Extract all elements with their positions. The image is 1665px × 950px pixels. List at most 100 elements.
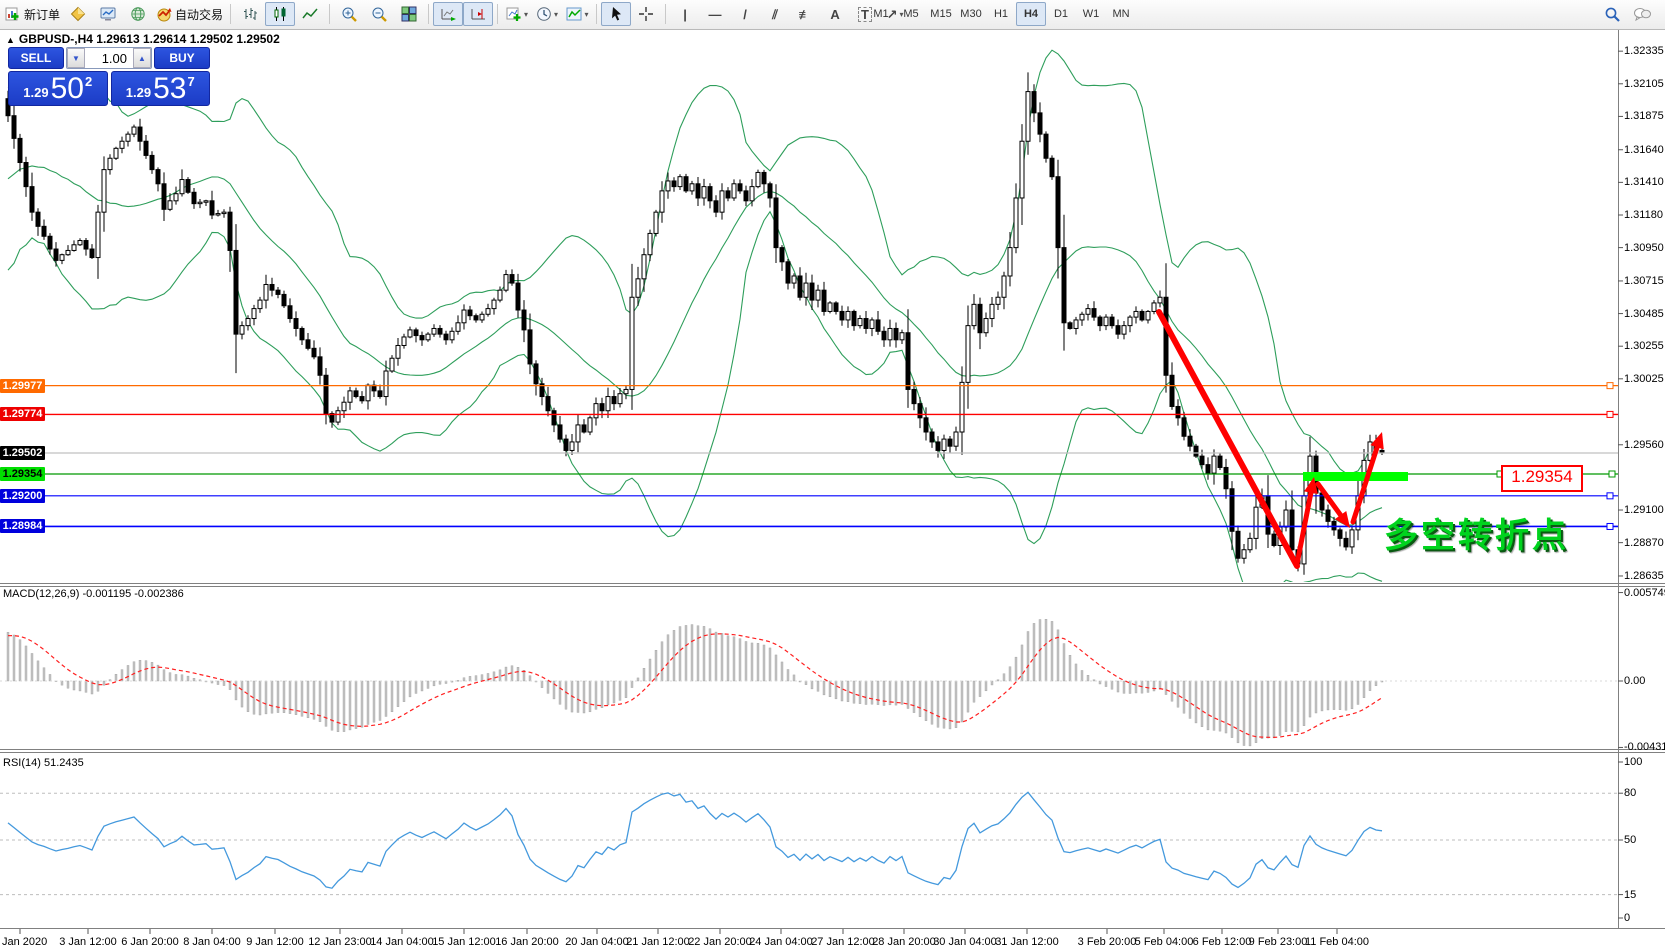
chinese-annotation[interactable]: 多空转折点 [1384, 508, 1569, 557]
price-callout-box[interactable]: 1.29354 [1501, 465, 1583, 492]
chart-canvas[interactable] [0, 0, 1665, 950]
time-axis-label: 24 Jan 04:00 [749, 936, 813, 948]
timeframe-M30[interactable]: M30 [956, 2, 986, 26]
hline-handle[interactable] [1606, 522, 1614, 530]
volume-decrease-button[interactable]: ▼ [67, 48, 85, 68]
timeframe-D1[interactable]: D1 [1046, 2, 1076, 26]
time-axis-label: 8 Jan 04:00 [183, 936, 241, 948]
crosshair-icon [639, 7, 654, 21]
crosshair-tool-button[interactable] [631, 2, 661, 26]
dropdown-arrow-icon: ▾ [554, 9, 559, 19]
price-tick-label: 1.30025 [1624, 372, 1664, 385]
sell-price-point: 2 [84, 74, 93, 89]
hline-handle[interactable] [1608, 470, 1616, 478]
timeframe-W1[interactable]: W1 [1076, 2, 1106, 26]
volume-input[interactable]: 1.00 [85, 48, 133, 68]
auto-trading-icon [157, 8, 172, 22]
search-button[interactable] [1597, 2, 1627, 26]
channel-tool[interactable]: ⫽ [760, 2, 790, 26]
toolbar-left-group: 新订单 自动交易 ▾ ▾ ▾ | — / ⫽ ≢ A T ↗ ▾ [2, 1, 910, 27]
fibonacci-tool[interactable]: ≢ [790, 2, 820, 26]
new-order-icon [5, 7, 19, 21]
macd-tick-label: 0.00 [1624, 675, 1646, 687]
separator [497, 4, 499, 24]
new-order-label: 新订单 [24, 7, 61, 22]
price-tick-label: 1.29100 [1624, 504, 1664, 517]
rsi-tick-label: 80 [1624, 787, 1637, 800]
timeframe-MN[interactable]: MN [1106, 2, 1136, 26]
terminal-button[interactable] [93, 2, 123, 26]
zoom-in-button[interactable] [334, 2, 364, 26]
horizontal-line-tool[interactable]: — [700, 2, 730, 26]
buy-price-box[interactable]: 1.29 53 7 [110, 71, 210, 106]
auto-scroll-button[interactable] [433, 2, 464, 26]
new-order-button[interactable]: 新订单 [2, 2, 63, 26]
clock-icon [537, 7, 551, 21]
vertical-line-tool[interactable]: | [670, 2, 700, 26]
price-tick-label: 1.30255 [1624, 340, 1664, 353]
trendline-icon: / [743, 6, 747, 22]
timeframe-group: M1 M5 M15 M30 H1 H4 D1 W1 MN [866, 1, 1136, 27]
green-highlight-zone[interactable] [1303, 472, 1408, 481]
cursor-icon [611, 7, 621, 21]
chat-icon [1633, 8, 1651, 22]
timeframe-H1[interactable]: H1 [986, 2, 1016, 26]
volume-increase-button[interactable]: ▲ [133, 48, 151, 68]
timeframe-M5[interactable]: M5 [896, 2, 926, 26]
sell-price-box[interactable]: 1.29 50 2 [8, 71, 108, 106]
macd-tick-label: 0.005749 [1624, 586, 1665, 599]
time-axis-label: 9 Jan 12:00 [246, 936, 304, 948]
text-tool[interactable]: A [820, 2, 850, 26]
channel-icon: ⫽ [772, 6, 778, 22]
candlestick-chart-button[interactable] [265, 2, 296, 26]
time-axis-label: 2 Jan 2020 [0, 936, 48, 948]
new-chart-button[interactable]: ▾ [502, 2, 532, 26]
chart-shift-button[interactable] [463, 2, 494, 26]
trendline-tool[interactable]: / [730, 2, 760, 26]
separator [428, 4, 430, 24]
dropdown-arrow-icon: ▾ [524, 9, 529, 19]
price-tick-label: 1.30950 [1624, 241, 1664, 254]
rsi-label: RSI(14) 51.2435 [3, 757, 84, 769]
volume-spinner: ▼ 1.00 ▲ [66, 47, 152, 69]
candlestick-chart-icon [274, 7, 286, 21]
time-axis-label: 11 Feb 04:00 [1304, 936, 1370, 948]
dropdown-arrow-icon: ▾ [584, 9, 589, 19]
rsi-tick-label: 100 [1624, 756, 1643, 768]
timeframe-M1[interactable]: M1 [866, 2, 896, 26]
one-click-trading-panel: SELL ▼ 1.00 ▲ BUY 1.29 50 2 1.29 53 7 [8, 47, 210, 106]
hline-handle[interactable] [1606, 382, 1614, 390]
zoom-in-icon [342, 7, 357, 22]
line-chart-button[interactable] [295, 2, 325, 26]
sell-button[interactable]: SELL [8, 47, 64, 69]
time-axis-label: 5 Feb 04:00 [1134, 936, 1194, 948]
market-watch-button[interactable] [63, 2, 93, 26]
price-tag-1.29354: 1.29354 [0, 466, 45, 481]
time-axis-label: 31 Jan 12:00 [995, 936, 1059, 948]
time-axis-label: 20 Jan 04:00 [565, 936, 629, 948]
chat-button[interactable] [1627, 2, 1657, 26]
buy-button[interactable]: BUY [154, 47, 210, 69]
tile-windows-button[interactable] [394, 2, 424, 26]
price-tag-1.28984: 1.28984 [0, 519, 45, 534]
indicators-button[interactable]: ▾ [562, 2, 592, 26]
price-tick-label: 1.28635 [1624, 569, 1664, 582]
price-tick-label: 1.31875 [1624, 110, 1664, 123]
hline-handle[interactable] [1606, 492, 1614, 500]
cursor-tool-button[interactable] [601, 2, 632, 26]
hline-handle[interactable] [1606, 410, 1614, 418]
gold-diamond-icon [70, 6, 86, 22]
profiles-button[interactable]: ▾ [532, 2, 562, 26]
rsi-tick-label: 0 [1624, 912, 1631, 924]
separator [329, 4, 331, 24]
timeframe-H4[interactable]: H4 [1016, 2, 1046, 26]
search-icon [1605, 7, 1620, 22]
auto-trading-button[interactable]: 自动交易 [153, 2, 226, 26]
bar-chart-button[interactable] [235, 2, 265, 26]
rsi-tick-label: 50 [1624, 834, 1637, 846]
zoom-out-button[interactable] [364, 2, 394, 26]
timeframe-M15[interactable]: M15 [926, 2, 956, 26]
strategy-tester-button[interactable] [123, 2, 153, 26]
toolbar-right-group [1597, 1, 1657, 27]
time-axis-label: 21 Jan 12:00 [626, 936, 690, 948]
